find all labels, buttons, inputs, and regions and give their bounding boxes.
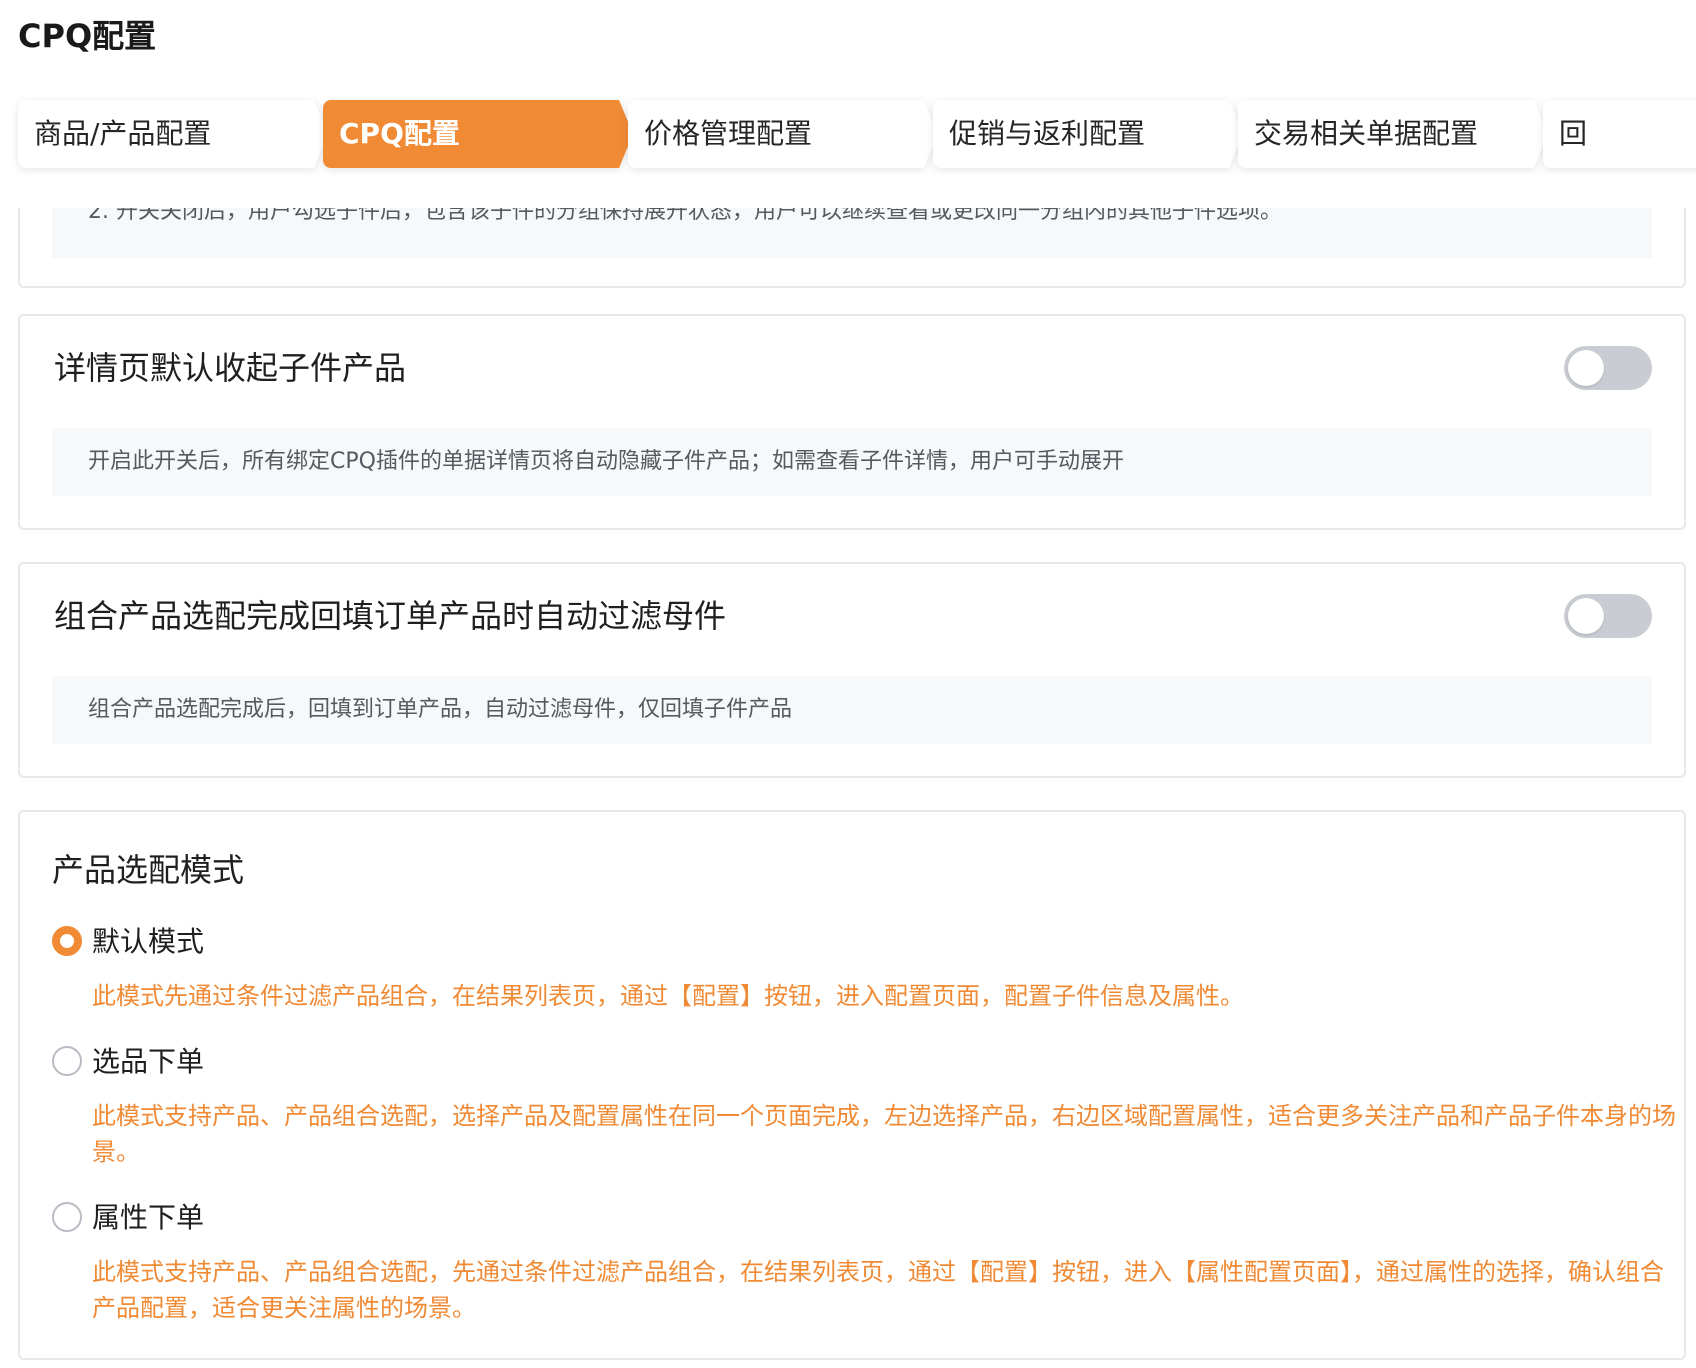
- tab-cpq-config[interactable]: CPQ配置: [323, 100, 633, 168]
- filter-parent-desc: 组合产品选配完成后，回填到订单产品，自动过滤母件，仅回填子件产品: [52, 676, 1652, 744]
- card-filter-parent: 组合产品选配完成回填订单产品时自动过滤母件 组合产品选配完成后，回填到订单产品，…: [18, 562, 1686, 778]
- radio-product-order-indicator[interactable]: [52, 1046, 82, 1076]
- select-mode-title: 产品选配模式: [52, 851, 245, 889]
- attribute-order-desc: 此模式支持产品、产品组合选配，先通过条件过滤产品组合，在结果列表页，通过【配置】…: [92, 1258, 1664, 1322]
- card-partial: 2. 开关关闭后，用户勾选子件后，包含该子件的分组保持展开状态，用户可以继续查看…: [18, 208, 1686, 288]
- tab-promotion-config[interactable]: 促销与返利配置: [933, 100, 1243, 168]
- step-tabs: 商品/产品配置 CPQ配置 价格管理配置 促销与返利配置 交易相关单据配置 回: [18, 100, 1696, 168]
- card-collapse-sub: 详情页默认收起子件产品 开启此开关后，所有绑定CPQ插件的单据详情页将自动隐藏子…: [18, 314, 1686, 530]
- filter-parent-toggle[interactable]: [1564, 594, 1652, 638]
- default-mode-desc: 此模式先通过条件过滤产品组合，在结果列表页，通过【配置】按钮，进入配置页面，配置…: [92, 982, 1244, 1010]
- collapse-sub-desc: 开启此开关后，所有绑定CPQ插件的单据详情页将自动隐藏子件产品；如需查看子件详情…: [52, 428, 1652, 496]
- tab-price-config[interactable]: 价格管理配置: [628, 100, 938, 168]
- card-select-mode: 产品选配模式 默认模式 此模式先通过条件过滤产品组合，在结果列表页，通过【配置】…: [18, 810, 1686, 1360]
- product-order-desc: 此模式支持产品、产品组合选配，选择产品及配置属性在同一个页面完成，左边选择产品，…: [92, 1102, 1676, 1166]
- tab-more[interactable]: 回: [1543, 100, 1696, 168]
- collapse-sub-toggle[interactable]: [1564, 346, 1652, 390]
- page: CPQ配置 商品/产品配置 CPQ配置 价格管理配置 促销与返利配置 交易相关单…: [0, 0, 1696, 1368]
- settings-content: 2. 开关关闭后，用户勾选子件后，包含该子件的分组保持展开状态，用户可以继续查看…: [0, 208, 1696, 1368]
- card-partial-desc: 2. 开关关闭后，用户勾选子件后，包含该子件的分组保持展开状态，用户可以继续查看…: [52, 208, 1652, 258]
- tab-transaction-config[interactable]: 交易相关单据配置: [1238, 100, 1548, 168]
- page-title: CPQ配置: [18, 17, 157, 55]
- tab-product-config[interactable]: 商品/产品配置: [18, 100, 328, 168]
- radio-attribute-order-indicator[interactable]: [52, 1202, 82, 1232]
- filter-parent-title: 组合产品选配完成回填订单产品时自动过滤母件: [54, 597, 727, 635]
- collapse-sub-title: 详情页默认收起子件产品: [54, 349, 407, 387]
- radio-default-indicator[interactable]: [52, 926, 82, 956]
